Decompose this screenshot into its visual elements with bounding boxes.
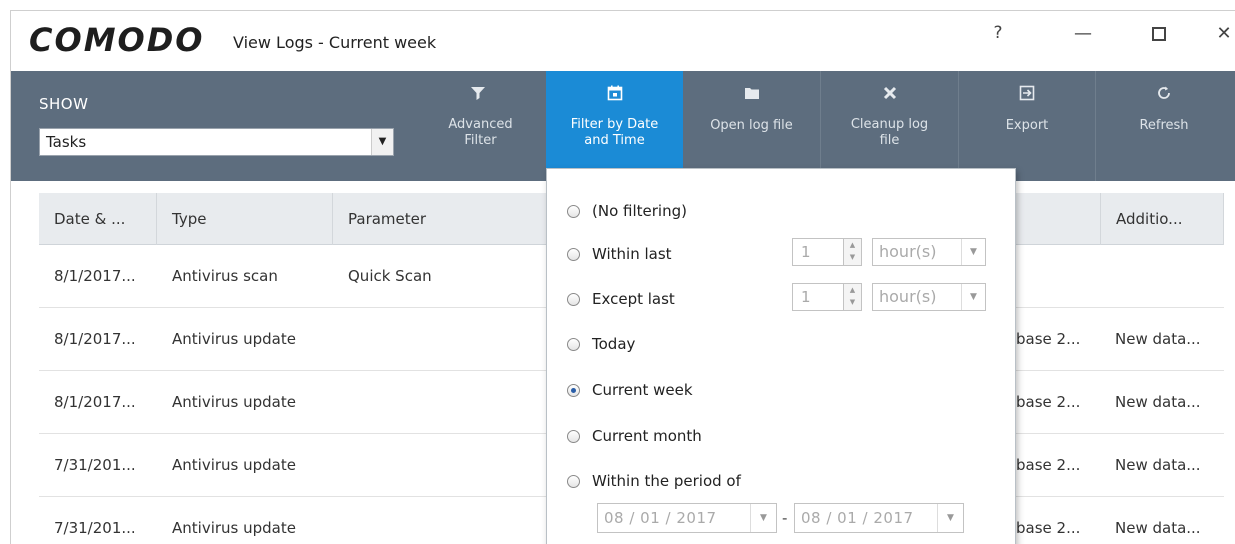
refresh-label: Refresh <box>1139 118 1189 133</box>
option-label: Current week <box>592 381 693 399</box>
radio-checked-icon[interactable] <box>567 384 580 397</box>
date-value: 08 / 01 / 2017 <box>801 509 914 527</box>
calendar-icon <box>546 85 683 105</box>
period-from-date-field[interactable]: 08 / 01 / 2017 ▼ <box>597 503 777 533</box>
dropdown-arrow-icon[interactable]: ▼ <box>937 504 963 532</box>
cell-additional: New data... <box>1115 519 1201 537</box>
cell-additional: New data... <box>1115 456 1201 474</box>
radio-icon[interactable] <box>567 248 580 261</box>
option-no-filtering[interactable]: (No filtering) <box>567 201 687 221</box>
radio-icon[interactable] <box>567 430 580 443</box>
option-label: (No filtering) <box>592 202 687 220</box>
date-time-filter-panel: (No filtering) Within last 1 ▲ ▼ hour(s) … <box>546 168 1016 544</box>
folder-icon <box>683 85 820 105</box>
dropdown-arrow-icon[interactable]: ▼ <box>371 129 393 155</box>
cell-date: 7/31/201... <box>54 456 136 474</box>
option-current-month[interactable]: Current month <box>567 426 702 446</box>
dropdown-arrow-icon[interactable]: ▼ <box>961 239 985 265</box>
maximize-icon <box>1152 27 1166 41</box>
except-last-unit-select[interactable]: hour(s) ▼ <box>872 283 986 311</box>
maximize-button[interactable] <box>1144 25 1174 46</box>
option-today[interactable]: Today <box>567 334 635 354</box>
option-within-last[interactable]: Within last <box>567 244 672 264</box>
unit-value: hour(s) <box>879 242 937 261</box>
cell-date: 8/1/2017... <box>54 393 136 411</box>
export-icon <box>959 85 1095 105</box>
export-label: Export <box>1005 118 1049 133</box>
minimize-button[interactable]: — <box>1068 23 1098 44</box>
dropdown-arrow-icon[interactable]: ▼ <box>961 284 985 310</box>
filter-by-date-time-label: Filter by Date and Time <box>570 117 659 148</box>
stepper-arrows-icon[interactable]: ▲ ▼ <box>843 239 861 265</box>
cell-parameter <box>333 497 553 544</box>
radio-icon[interactable] <box>567 475 580 488</box>
cell-additional <box>1100 245 1224 308</box>
option-within-period[interactable]: Within the period of <box>567 471 741 491</box>
cell-type: Antivirus update <box>172 456 296 474</box>
cell-type: Antivirus update <box>172 519 296 537</box>
advanced-filter-label: Advanced Filter <box>448 117 513 148</box>
advanced-filter-button[interactable]: Advanced Filter <box>409 71 546 181</box>
help-button[interactable]: ? <box>983 23 1013 43</box>
option-label: Today <box>592 335 636 353</box>
show-label: SHOW <box>39 95 89 113</box>
cell-parameter <box>333 308 553 371</box>
unit-value: hour(s) <box>879 287 937 306</box>
date-value: 08 / 01 / 2017 <box>604 509 717 527</box>
cell-additional: New data... <box>1115 330 1201 348</box>
except-last-value-stepper[interactable]: 1 ▲ ▼ <box>792 283 862 311</box>
close-button[interactable]: ✕ <box>1209 23 1235 44</box>
cleanup-log-file-button[interactable]: Cleanup log file <box>821 71 958 181</box>
open-log-file-label: Open log file <box>710 118 793 133</box>
cell-type: Antivirus update <box>172 330 296 348</box>
filter-icon <box>409 85 546 105</box>
cleanup-x-icon <box>821 85 958 105</box>
stepper-arrows-icon[interactable]: ▲ ▼ <box>843 284 861 310</box>
option-label: Except last <box>592 290 675 308</box>
cell-date: 8/1/2017... <box>54 330 136 348</box>
open-log-file-button[interactable]: Open log file <box>683 71 820 181</box>
title-bar: COMODO View Logs - Current week ? — ✕ <box>11 11 1235 71</box>
option-except-last[interactable]: Except last <box>567 289 675 309</box>
show-select[interactable]: Tasks ▼ <box>39 128 394 156</box>
within-last-unit-select[interactable]: hour(s) ▼ <box>872 238 986 266</box>
stepper-value: 1 <box>801 288 811 306</box>
cell-parameter: Quick Scan <box>348 267 432 285</box>
option-label: Within last <box>592 245 672 263</box>
cell-additional: New data... <box>1115 393 1201 411</box>
column-header-date[interactable]: Date & ... <box>39 193 157 245</box>
filter-by-date-time-button[interactable]: Filter by Date and Time <box>546 71 683 181</box>
column-header-additional[interactable]: Additio... <box>1100 193 1224 245</box>
radio-icon[interactable] <box>567 338 580 351</box>
column-header-parameter[interactable]: Parameter <box>333 193 553 245</box>
option-current-week[interactable]: Current week <box>567 380 693 400</box>
refresh-button[interactable]: Refresh <box>1096 71 1232 181</box>
within-last-value-stepper[interactable]: 1 ▲ ▼ <box>792 238 862 266</box>
cell-date: 8/1/2017... <box>54 267 136 285</box>
period-separator: - <box>782 509 788 527</box>
export-button[interactable]: Export <box>959 71 1095 181</box>
toolbar: SHOW Tasks ▼ Advanced Filter Filter by D… <box>11 71 1235 181</box>
period-to-date-field[interactable]: 08 / 01 / 2017 ▼ <box>794 503 964 533</box>
refresh-icon <box>1096 85 1232 105</box>
window-title: View Logs - Current week <box>233 33 437 52</box>
stepper-value: 1 <box>801 243 811 261</box>
radio-icon[interactable] <box>567 293 580 306</box>
cell-parameter <box>333 371 553 434</box>
column-header-type[interactable]: Type <box>157 193 333 245</box>
radio-icon[interactable] <box>567 205 580 218</box>
option-label: Current month <box>592 427 702 445</box>
show-select-value: Tasks <box>46 133 87 151</box>
cell-type: Antivirus scan <box>172 267 278 285</box>
dropdown-arrow-icon[interactable]: ▼ <box>750 504 776 532</box>
cell-type: Antivirus update <box>172 393 296 411</box>
option-label: Within the period of <box>592 472 741 490</box>
cell-parameter <box>333 434 553 497</box>
cell-date: 7/31/201... <box>54 519 136 537</box>
comodo-logo: COMODO <box>29 21 205 59</box>
cleanup-log-file-label: Cleanup log file <box>850 117 929 148</box>
